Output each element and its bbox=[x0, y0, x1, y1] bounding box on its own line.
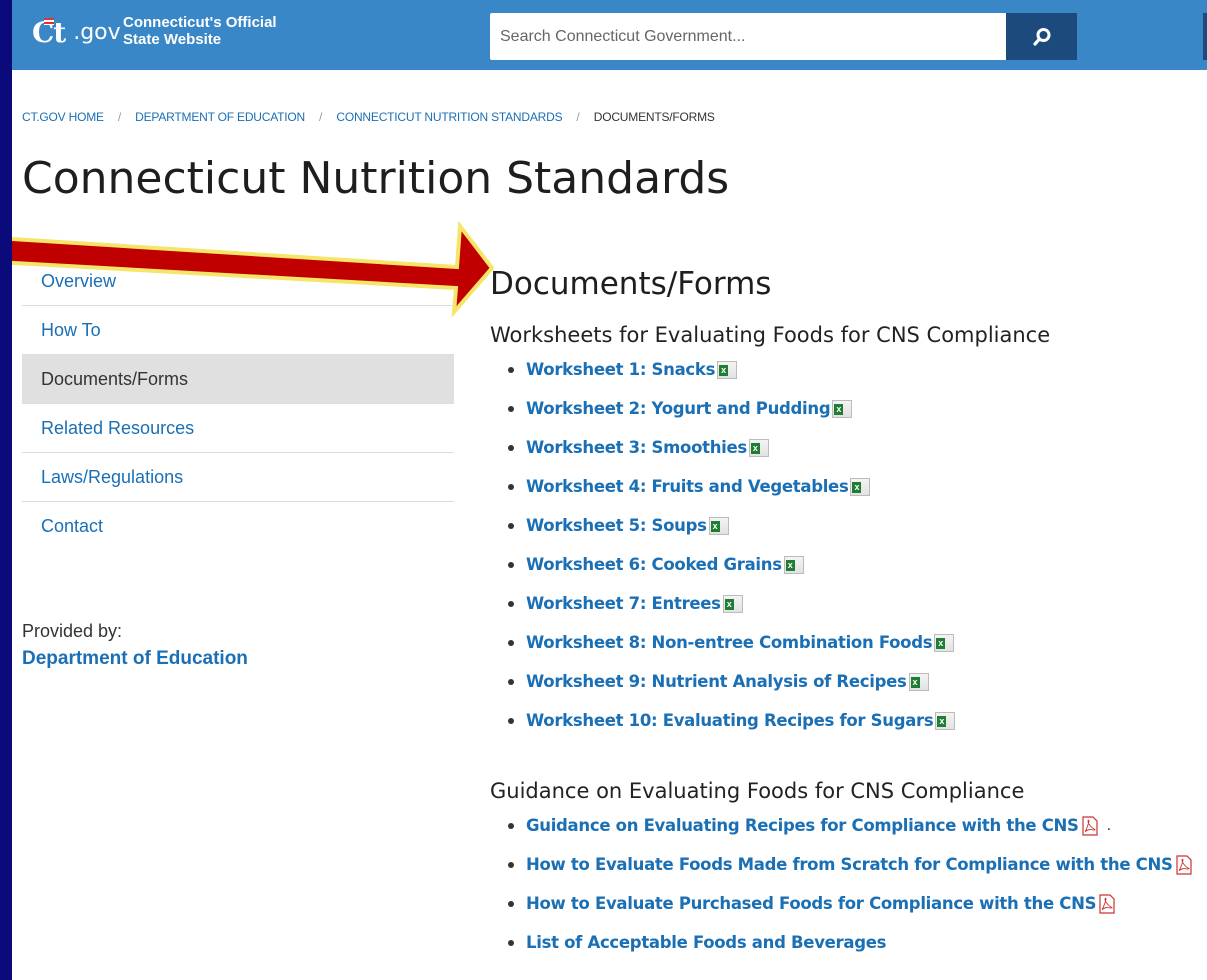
list-item: Worksheet 8: Non-entree Combination Food… bbox=[490, 623, 1207, 662]
pdf-icon bbox=[1099, 893, 1115, 914]
worksheets-heading: Worksheets for Evaluating Foods for CNS … bbox=[490, 323, 1051, 347]
acceptable-foods-link[interactable]: List of Acceptable Foods and Beverages bbox=[526, 933, 886, 952]
guidance-scratch-foods-link[interactable]: How to Evaluate Foods Made from Scratch … bbox=[526, 855, 1173, 874]
pdf-icon bbox=[1175, 854, 1192, 875]
sidebar-nav: Overview How To Documents/Forms Related … bbox=[22, 257, 454, 551]
list-item: Worksheet 9: Nutrient Analysis of Recipe… bbox=[490, 662, 1207, 701]
excel-icon bbox=[908, 672, 929, 691]
list-item: How to Evaluate Foods Made from Scratch … bbox=[490, 845, 1207, 884]
excel-icon bbox=[783, 555, 804, 574]
page-frame: Ct .gov Connecticut's Official State Web… bbox=[12, 0, 1207, 980]
search-input[interactable] bbox=[490, 13, 1006, 60]
breadcrumb-ctgov-home[interactable]: CT.GOV HOME bbox=[22, 110, 104, 124]
breadcrumb-separator: / bbox=[576, 110, 580, 124]
main-content: Documents/Forms Worksheets for Evaluatin… bbox=[490, 266, 1207, 962]
excel-icon bbox=[722, 594, 743, 613]
worksheet-7-link[interactable]: Worksheet 7: Entrees bbox=[526, 594, 721, 613]
flag-icon bbox=[44, 17, 54, 25]
sidebar-item-documents-forms[interactable]: Documents/Forms bbox=[22, 355, 454, 404]
ct-gov-logo[interactable]: Ct .gov bbox=[32, 12, 121, 52]
gov-logo-text: .gov bbox=[73, 19, 121, 45]
worksheet-9-link[interactable]: Worksheet 9: Nutrient Analysis of Recipe… bbox=[526, 672, 907, 691]
guidance-purchased-foods-link[interactable]: How to Evaluate Purchased Foods for Comp… bbox=[526, 894, 1096, 913]
excel-icon bbox=[850, 477, 871, 496]
breadcrumb-department-of-education[interactable]: DEPARTMENT OF EDUCATION bbox=[135, 110, 305, 124]
breadcrumb-nutrition-standards[interactable]: CONNECTICUT NUTRITION STANDARDS bbox=[336, 110, 562, 124]
site-header: Ct .gov Connecticut's Official State Web… bbox=[12, 0, 1207, 70]
breadcrumb-separator: / bbox=[117, 110, 122, 124]
list-item: Worksheet 1: Snacks bbox=[490, 350, 1207, 389]
worksheet-2-link[interactable]: Worksheet 2: Yogurt and Pudding bbox=[526, 399, 831, 418]
worksheet-5-link[interactable]: Worksheet 5: Soups bbox=[526, 516, 707, 535]
worksheet-1-link[interactable]: Worksheet 1: Snacks bbox=[526, 360, 715, 379]
worksheet-10-link[interactable]: Worksheet 10: Evaluating Recipes for Sug… bbox=[526, 711, 934, 730]
provided-by-label: Provided by: bbox=[22, 621, 123, 641]
search-button[interactable] bbox=[1006, 13, 1077, 60]
sidebar-item-how-to[interactable]: How To bbox=[22, 306, 454, 355]
guidance-list: Guidance on Evaluating Recipes for Compl… bbox=[490, 806, 1207, 962]
excel-icon bbox=[832, 399, 853, 418]
breadcrumb: CT.GOV HOME / DEPARTMENT OF EDUCATION / … bbox=[22, 110, 715, 124]
list-item: Worksheet 10: Evaluating Recipes for Sug… bbox=[490, 701, 1207, 740]
worksheet-3-link[interactable]: Worksheet 3: Smoothies bbox=[526, 438, 747, 457]
list-item: Guidance on Evaluating Recipes for Compl… bbox=[490, 806, 1207, 845]
worksheets-list: Worksheet 1: Snacks Worksheet 2: Yogurt … bbox=[490, 350, 1207, 740]
guidance-recipes-link[interactable]: Guidance on Evaluating Recipes for Compl… bbox=[526, 816, 1079, 835]
provided-by-link[interactable]: Department of Education bbox=[22, 648, 248, 670]
sidebar-item-laws-regulations[interactable]: Laws/Regulations bbox=[22, 453, 454, 502]
tagline-line-1: Connecticut's Official bbox=[123, 14, 277, 31]
list-item: Worksheet 7: Entrees bbox=[490, 584, 1207, 623]
sidebar-item-related-resources[interactable]: Related Resources bbox=[22, 404, 454, 453]
ct-logo-mark: Ct bbox=[32, 15, 66, 49]
sidebar-item-overview[interactable]: Overview bbox=[22, 257, 454, 306]
breadcrumb-current-page: DOCUMENTS/FORMS bbox=[593, 110, 715, 124]
list-item: List of Acceptable Foods and Beverages bbox=[490, 923, 1207, 962]
page-title: Connecticut Nutrition Standards bbox=[22, 153, 730, 204]
excel-icon bbox=[717, 360, 738, 379]
site-tagline: Connecticut's Official State Website bbox=[123, 14, 323, 48]
excel-icon bbox=[935, 711, 956, 730]
excel-icon bbox=[934, 633, 955, 652]
list-item: Worksheet 2: Yogurt and Pudding bbox=[490, 389, 1207, 428]
breadcrumb-separator: / bbox=[319, 110, 323, 124]
list-item: How to Evaluate Purchased Foods for Comp… bbox=[490, 884, 1207, 923]
list-item: Worksheet 5: Soups bbox=[490, 506, 1207, 545]
worksheet-4-link[interactable]: Worksheet 4: Fruits and Vegetables bbox=[526, 477, 849, 496]
worksheet-8-link[interactable]: Worksheet 8: Non-entree Combination Food… bbox=[526, 633, 933, 652]
list-item: Worksheet 6: Cooked Grains bbox=[490, 545, 1207, 584]
search-icon bbox=[1032, 27, 1050, 46]
list-item: Worksheet 3: Smoothies bbox=[490, 428, 1207, 467]
header-right-control[interactable] bbox=[1203, 13, 1207, 60]
excel-icon bbox=[708, 516, 729, 535]
sidebar-item-contact[interactable]: Contact bbox=[22, 502, 454, 551]
section-title: Documents/Forms bbox=[490, 266, 772, 302]
trailing-period: . bbox=[1106, 816, 1112, 834]
tagline-line-2: State Website bbox=[123, 31, 222, 48]
excel-icon bbox=[748, 438, 769, 457]
list-item: Worksheet 4: Fruits and Vegetables bbox=[490, 467, 1207, 506]
guidance-heading: Guidance on Evaluating Foods for CNS Com… bbox=[490, 779, 1025, 803]
pdf-icon bbox=[1082, 815, 1098, 836]
worksheet-6-link[interactable]: Worksheet 6: Cooked Grains bbox=[526, 555, 782, 574]
